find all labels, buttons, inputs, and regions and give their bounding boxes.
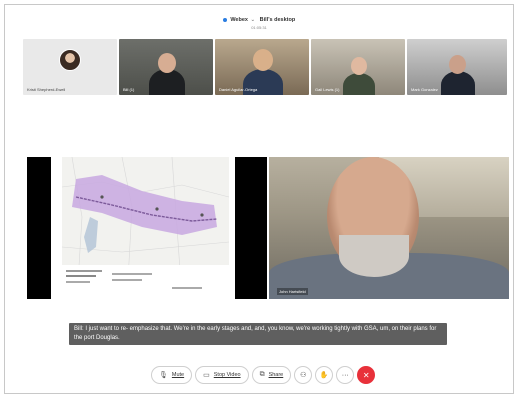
- share-screen-icon: ⧉: [259, 371, 265, 378]
- participant-video: [351, 57, 367, 75]
- avatar: [59, 49, 81, 71]
- apps-button[interactable]: ⚇: [294, 366, 313, 384]
- share-button[interactable]: ⧉ Share: [251, 366, 292, 384]
- mute-button[interactable]: 🎙 Mute: [151, 366, 193, 384]
- shared-desktop-label[interactable]: Bill's desktop: [260, 17, 296, 23]
- mute-label: Mute: [171, 372, 185, 378]
- participant-name: Mark Gonzalez: [411, 87, 438, 92]
- more-options-button[interactable]: ···: [336, 366, 355, 384]
- meeting-title-bar: Webex ⌄ Bill's desktop: [5, 17, 513, 23]
- participant-name: Kristi Shepherd-Ewell: [27, 87, 66, 92]
- microphone-icon: 🎙: [159, 372, 168, 379]
- participant-tile[interactable]: Mark Gonzalez: [407, 39, 507, 95]
- letterbox-bar: [27, 157, 51, 299]
- participant-tile[interactable]: Gail Lewis (1): [311, 39, 405, 95]
- shared-screen-map[interactable]: [62, 157, 229, 299]
- participant-video: [441, 71, 475, 95]
- participant-video: [253, 49, 273, 71]
- stop-video-label: Stop Video: [213, 372, 241, 378]
- speaker-name: John Hartsfield: [277, 288, 308, 295]
- participant-name: Daniel Aguilar-Ortega: [219, 87, 258, 92]
- app-name: Webex: [230, 17, 248, 23]
- participant-tile[interactable]: Bill (1): [119, 39, 213, 95]
- participant-name: Gail Lewis (1): [315, 87, 340, 92]
- share-label: Share: [268, 372, 284, 378]
- active-speaker-video[interactable]: John Hartsfield: [269, 157, 509, 299]
- stop-video-button[interactable]: ▭ Stop Video: [195, 366, 249, 384]
- map-graphic: [62, 157, 229, 299]
- close-icon: ✕: [362, 370, 370, 380]
- more-icon: ···: [341, 371, 349, 379]
- participant-tile[interactable]: Kristi Shepherd-Ewell: [23, 39, 117, 95]
- meeting-timer: 01:05:31: [251, 25, 267, 30]
- speaker-beard: [339, 235, 409, 277]
- control-bar: 🎙 Mute ▭ Stop Video ⧉ Share ⚇ ✋ ··· ✕: [151, 365, 376, 385]
- camera-icon: ▭: [203, 372, 210, 379]
- letterbox-bar: [235, 157, 267, 299]
- hand-icon: ✋: [319, 372, 329, 379]
- participant-video: [158, 53, 176, 73]
- participant-video: [449, 55, 466, 74]
- participant-video: [343, 73, 375, 95]
- meeting-window: Webex ⌄ Bill's desktop 01:05:31 ‹ › Kris…: [4, 4, 514, 394]
- participant-tile[interactable]: Daniel Aguilar-Ortega: [215, 39, 309, 95]
- participant-strip: Kristi Shepherd-Ewell Bill (1) Daniel Ag…: [23, 39, 507, 95]
- webex-logo-icon: [222, 17, 227, 22]
- reactions-button[interactable]: ✋: [315, 366, 334, 384]
- apps-icon: ⚇: [300, 372, 307, 379]
- participant-name: Bill (1): [123, 87, 135, 92]
- closed-caption: Bill: I just want to re- emphasize that.…: [69, 323, 447, 345]
- chevron-down-icon[interactable]: ⌄: [251, 17, 256, 23]
- end-call-button[interactable]: ✕: [357, 366, 376, 384]
